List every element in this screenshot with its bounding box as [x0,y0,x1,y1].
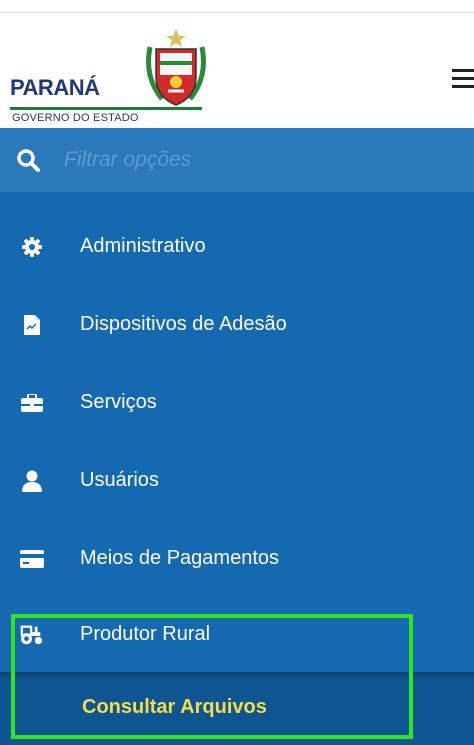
filter-bar [0,128,474,192]
parana-logo[interactable]: PARANÁ GOVERNO DO ESTADO [10,27,210,127]
logo-subtitle: GOVERNO DO ESTADO [12,112,139,124]
submenu-consultar-arquivos[interactable]: Consultar Arquivos [0,672,474,745]
filter-input[interactable] [64,142,454,178]
sidebar-item-dispositivos-de-adesao[interactable]: Dispositivos de Adesão [0,286,474,364]
sidebar-item-administrativo[interactable]: Administrativo [0,208,474,286]
submenu-item-label: Consultar Arquivos [82,696,267,718]
sidebar-item-label: Produtor Rural [80,623,211,645]
state-crest-icon [146,29,206,106]
user-icon [20,469,44,493]
app-header: PARANÁ GOVERNO DO ESTADO [0,13,474,128]
logo-underline [10,107,202,110]
toolbox-icon [20,391,44,415]
sidebar-item-servicos[interactable]: Serviços [0,364,474,442]
credit-card-icon [20,547,44,571]
hamburger-menu-icon[interactable] [452,69,474,91]
sidebar-item-produtor-rural[interactable]: Produtor Rural [0,596,474,674]
sidebar-item-label: Administrativo [80,235,206,257]
sidebar: Administrativo Dispositivos de Adesão Se… [0,128,474,745]
sidebar-item-label: Serviços [80,391,157,413]
sidebar-item-label: Dispositivos de Adesão [80,313,287,335]
gear-icon [20,235,44,259]
sidebar-item-label: Usuários [80,469,159,491]
document-icon [20,313,44,337]
sidebar-item-usuarios[interactable]: Usuários [0,442,474,520]
sidebar-item-label: Meios de Pagamentos [80,547,280,569]
tractor-icon [20,623,44,647]
logo-wordmark: PARANÁ [10,75,100,100]
search-icon [17,149,40,172]
sidebar-item-meios-de-pagamentos[interactable]: Meios de Pagamentos [0,520,474,598]
